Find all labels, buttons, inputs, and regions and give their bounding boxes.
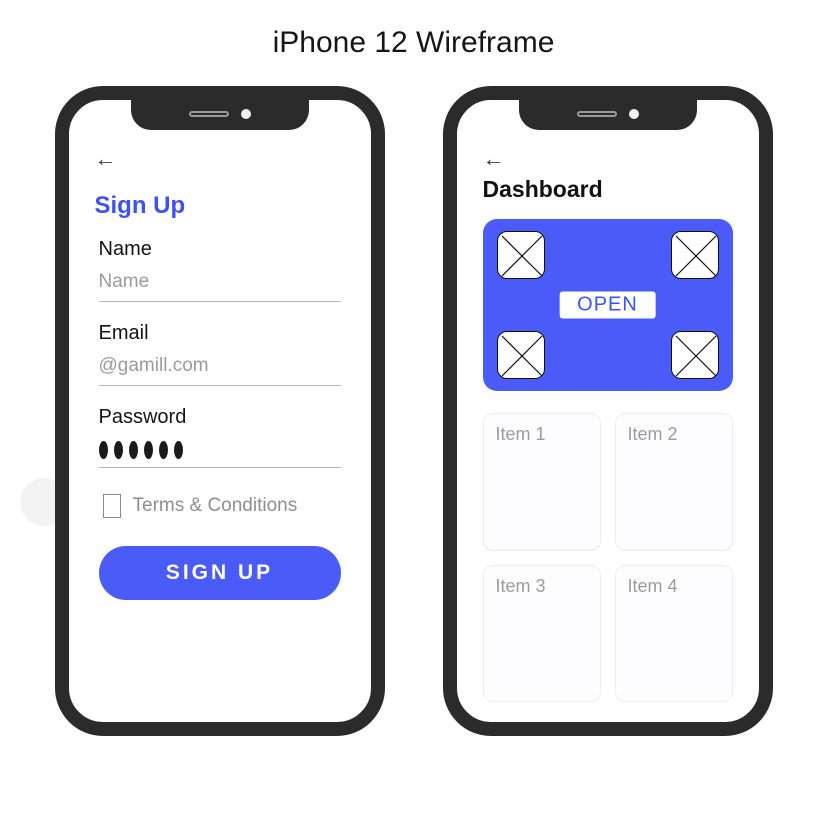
email-input[interactable] <box>99 351 341 386</box>
name-field: Name <box>99 238 341 302</box>
open-badge[interactable]: OPEN <box>559 292 656 319</box>
card-label: Item 4 <box>628 576 678 596</box>
terms-row: Terms & Conditions <box>103 494 341 518</box>
placeholder-image-icon <box>497 331 545 379</box>
password-dot <box>159 441 168 459</box>
signup-button[interactable]: SIGN UP <box>99 546 341 600</box>
back-arrow-icon[interactable]: ← <box>483 148 507 170</box>
password-label: Password <box>99 406 341 429</box>
placeholder-image-icon <box>671 231 719 279</box>
dashboard-grid: Item 1 Item 2 Item 3 Item 4 <box>483 413 733 702</box>
dashboard-hero[interactable]: OPEN <box>483 219 733 391</box>
signup-title: Sign Up <box>95 192 345 220</box>
name-input[interactable] <box>99 267 341 302</box>
dashboard-card-2[interactable]: Item 2 <box>615 413 733 551</box>
password-dot <box>99 441 108 459</box>
card-label: Item 3 <box>496 576 546 596</box>
password-dot <box>144 441 153 459</box>
phones-row: ← Sign Up Name Email Password <box>0 86 827 736</box>
placeholder-image-icon <box>671 331 719 379</box>
terms-checkbox[interactable] <box>103 494 121 518</box>
password-dot <box>129 441 138 459</box>
card-label: Item 2 <box>628 424 678 444</box>
password-dot <box>114 441 123 459</box>
dashboard-card-4[interactable]: Item 4 <box>615 565 733 703</box>
page-title: iPhone 12 Wireframe <box>0 0 827 60</box>
phone-signup: ← Sign Up Name Email Password <box>55 86 385 736</box>
back-arrow-icon[interactable]: ← <box>95 148 119 170</box>
dashboard-screen: ← Dashboard OPEN Item 1 <box>457 100 759 722</box>
placeholder-image-icon <box>497 231 545 279</box>
name-label: Name <box>99 238 341 261</box>
email-label: Email <box>99 322 341 345</box>
email-field: Email <box>99 322 341 386</box>
password-input[interactable] <box>99 435 341 468</box>
dashboard-title: Dashboard <box>483 176 733 203</box>
terms-label: Terms & Conditions <box>133 495 298 517</box>
phone-dashboard: ← Dashboard OPEN Item 1 <box>443 86 773 736</box>
card-label: Item 1 <box>496 424 546 444</box>
password-field: Password <box>99 406 341 468</box>
dashboard-card-3[interactable]: Item 3 <box>483 565 601 703</box>
signup-screen: ← Sign Up Name Email Password <box>69 100 371 722</box>
dashboard-card-1[interactable]: Item 1 <box>483 413 601 551</box>
password-dot <box>174 441 183 459</box>
